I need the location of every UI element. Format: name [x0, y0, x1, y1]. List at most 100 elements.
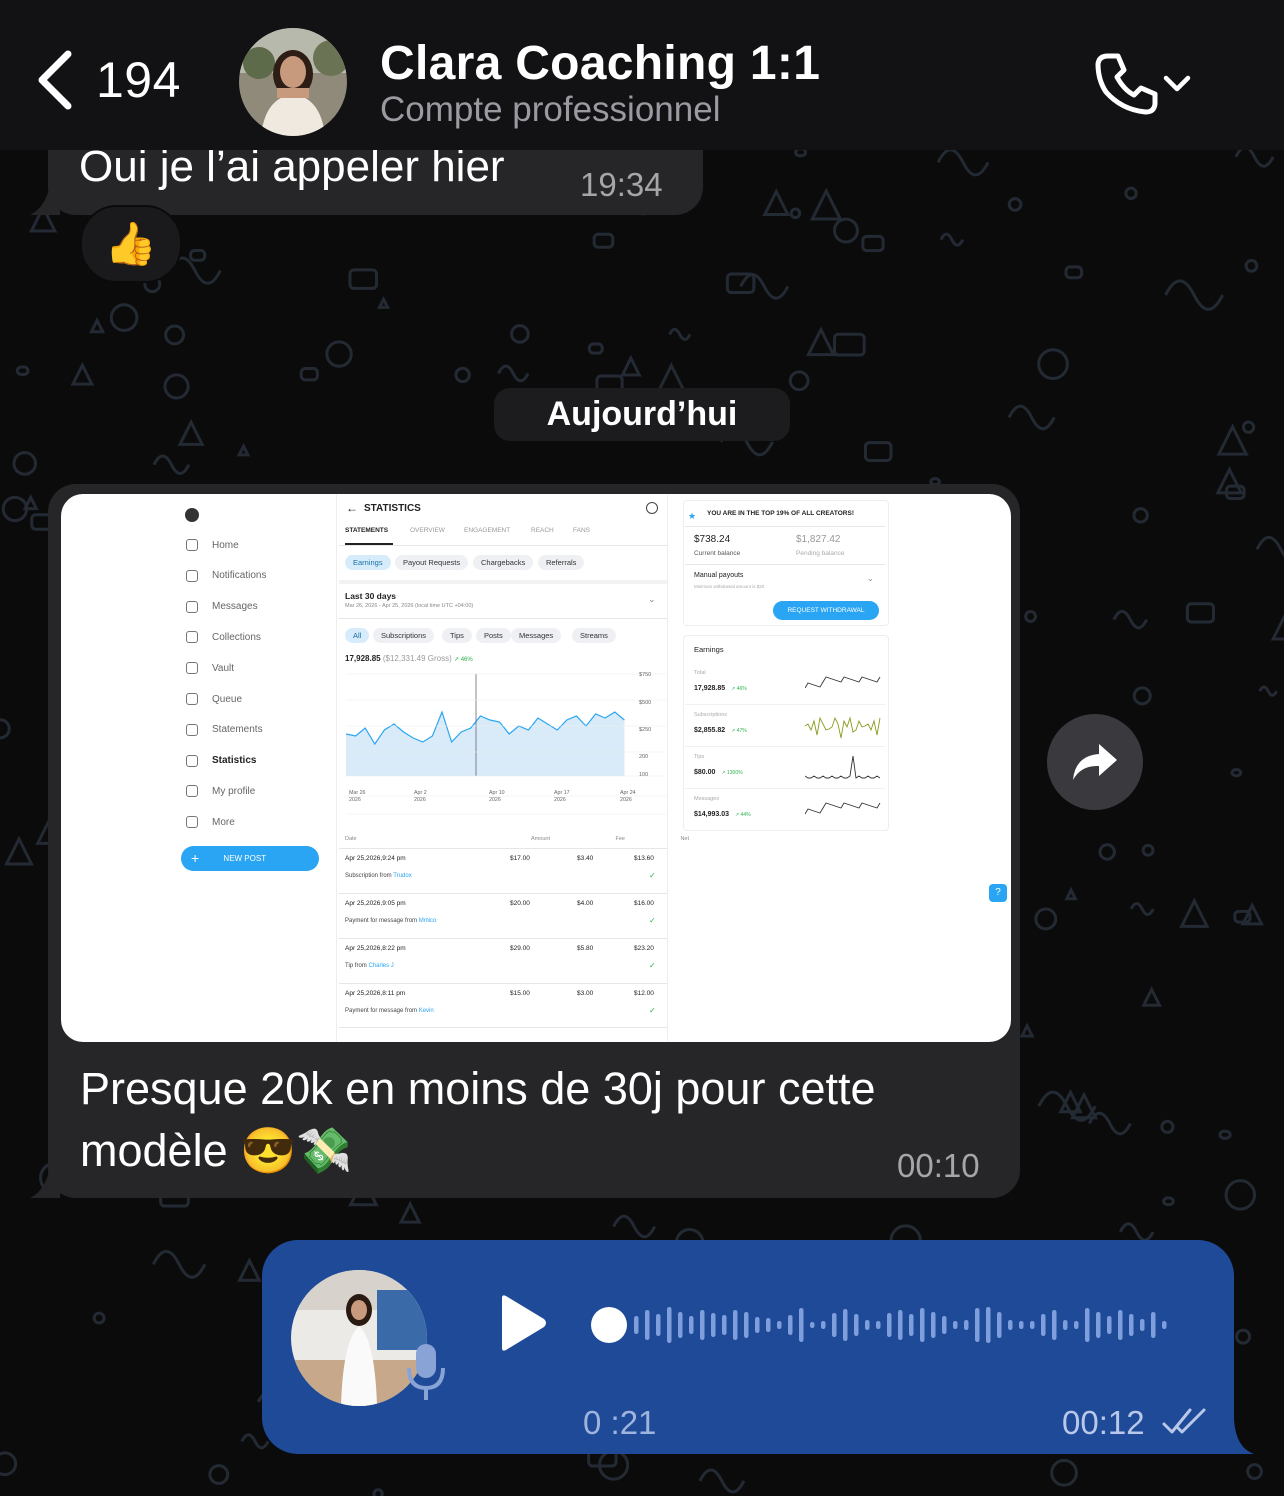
screenshot-sidebar-item[interactable]: More — [186, 816, 235, 829]
wallpaper-doodle — [1215, 466, 1244, 495]
screenshot-sidebar-item[interactable]: Notifications — [186, 569, 267, 582]
waveform-bar — [667, 1307, 672, 1343]
wallpaper-doodle — [1244, 258, 1259, 273]
back-arrow-icon[interactable]: ← — [346, 501, 358, 515]
waveform-scrubber[interactable] — [591, 1307, 627, 1343]
chat-header: 194 Clara Coaching 1:1 Compte profession… — [0, 0, 1284, 150]
wallpaper-doodle — [1024, 610, 1038, 623]
call-button[interactable] — [1094, 50, 1194, 116]
new-post-button[interactable]: + NEW POST — [181, 846, 319, 871]
screenshot-sidebar-item[interactable]: Queue — [186, 693, 242, 705]
row-amount: $17.00 — [510, 855, 530, 862]
stats-tab[interactable]: STATEMENTS — [345, 527, 388, 534]
date-separator: Aujourd’hui — [494, 388, 790, 441]
wallpaper-doodle — [1118, 1222, 1155, 1242]
sparkline-path — [805, 755, 881, 779]
wallpaper-doodle — [22, 494, 39, 511]
wallpaper-doodle — [668, 327, 692, 341]
stats-filter[interactable]: Posts — [476, 628, 511, 643]
thumbs-up-reaction[interactable]: 👍 — [80, 205, 182, 283]
stats-filter[interactable]: Messages — [511, 628, 562, 643]
screenshot-sidebar-item[interactable]: Statistics — [186, 754, 257, 767]
stats-filter[interactable]: Tips — [442, 628, 472, 643]
voice-waveform[interactable] — [590, 1290, 1190, 1360]
stats-subtab[interactable]: Chargebacks — [473, 555, 534, 570]
wallpaper-doodle — [612, 1214, 657, 1239]
period-label: Last 30 days — [345, 591, 397, 601]
forward-icon — [1073, 744, 1117, 780]
waveform-bar — [1107, 1316, 1112, 1334]
payouts-chevron-icon[interactable]: ⌄ — [867, 574, 874, 583]
contact-avatar[interactable] — [239, 28, 347, 136]
stats-filter[interactable]: Subscriptions — [373, 628, 435, 643]
wallpaper-doodle — [12, 451, 37, 476]
wallpaper-doodle — [0, 1451, 18, 1477]
stats-tab[interactable]: REACH — [531, 527, 554, 534]
wallpaper-doodle — [1179, 897, 1210, 928]
wallpaper-doodle — [240, 1433, 270, 1450]
wallpaper-doodle — [1224, 1179, 1257, 1211]
new-post-label: NEW POST — [223, 854, 267, 863]
wallpaper-doodle — [1112, 609, 1149, 630]
support-help-icon[interactable]: ? — [989, 884, 1007, 902]
waveform-bar — [1074, 1321, 1079, 1329]
wallpaper-doodle — [1124, 186, 1138, 201]
forward-button[interactable] — [1047, 714, 1143, 810]
stats-tab[interactable]: ENGAGEMENT — [464, 527, 510, 534]
earnings-item-label: Tips — [694, 754, 705, 760]
waveform-bar — [986, 1307, 991, 1343]
screenshot-sidebar-item[interactable]: My profile — [186, 785, 255, 798]
wallpaper-doodle — [377, 295, 391, 309]
row-user-link[interactable]: Charles J — [368, 963, 393, 969]
stats-subtab[interactable]: Referrals — [538, 555, 585, 570]
wallpaper-doodle — [805, 326, 836, 357]
screenshot-sidebar-item[interactable]: Collections — [186, 631, 261, 644]
attached-screenshot[interactable]: + NEW POST ← STATISTICS Last 30 days Mar… — [61, 494, 1011, 1042]
wallpaper-doodle — [1270, 613, 1284, 641]
earnings-item-value: $2,855.82 ↗ 47% — [694, 727, 747, 734]
row-description: Payment for message from Mmico — [345, 918, 436, 924]
waveform-bar — [722, 1315, 727, 1335]
x-tick-label: Apr 24 — [620, 790, 636, 796]
wallpaper-doodle — [1050, 1458, 1078, 1487]
earnings-change: ↗ 44% — [735, 812, 751, 818]
row-user-link[interactable]: Kevin — [419, 1008, 434, 1014]
screenshot-sidebar-item[interactable]: Home — [186, 539, 239, 551]
row-net: $13.60 — [634, 855, 654, 862]
row-user-link[interactable]: Mmico — [419, 918, 437, 924]
screenshot-sidebar-item[interactable]: Vault — [186, 662, 234, 675]
screenshot-sidebar-item[interactable]: Messages — [186, 600, 258, 613]
stats-subtab[interactable]: Earnings — [345, 555, 391, 570]
back-button[interactable]: 194 — [34, 48, 181, 112]
sidebar-item-icon — [186, 569, 198, 582]
message-time: 19:34 — [580, 166, 663, 203]
wallpaper-doodle — [70, 361, 95, 386]
waveform-bar — [1008, 1320, 1013, 1330]
stats-tab[interactable]: FANS — [573, 527, 590, 534]
stats-tab[interactable]: OVERVIEW — [410, 527, 445, 534]
mic-icon — [407, 1344, 445, 1400]
waveform-bar — [689, 1316, 694, 1334]
stats-filter[interactable]: Streams — [572, 628, 616, 643]
sidebar-item-label: Statistics — [212, 755, 257, 767]
earnings-item-label: Subscriptions — [694, 712, 728, 718]
screenshot-sidebar-item[interactable]: Statements — [186, 723, 263, 736]
sidebar-item-icon — [186, 816, 198, 829]
row-user-link[interactable]: Trudox — [393, 873, 411, 879]
row-desc-text: Subscription from — [345, 873, 394, 879]
sidebar-item-label: Notifications — [212, 570, 267, 582]
sparkline-path — [805, 676, 881, 689]
stats-filter[interactable]: All — [345, 628, 370, 643]
request-withdrawal-button[interactable]: REQUEST WITHDRAWAL — [773, 601, 879, 620]
wallpaper-doodle — [789, 207, 802, 220]
help-icon[interactable] — [646, 502, 658, 514]
play-icon[interactable] — [496, 1294, 548, 1352]
earnings-change: ↗ 46% — [731, 686, 747, 692]
period-chevron-icon[interactable]: ⌄ — [648, 594, 656, 605]
statistics-title: STATISTICS — [364, 503, 421, 514]
stats-subtab[interactable]: Payout Requests — [395, 555, 469, 570]
sparkline-path — [805, 716, 881, 739]
divider — [667, 494, 668, 1042]
x-tick-label: 2026 — [620, 797, 632, 803]
wallpaper-doodle — [1141, 843, 1155, 857]
